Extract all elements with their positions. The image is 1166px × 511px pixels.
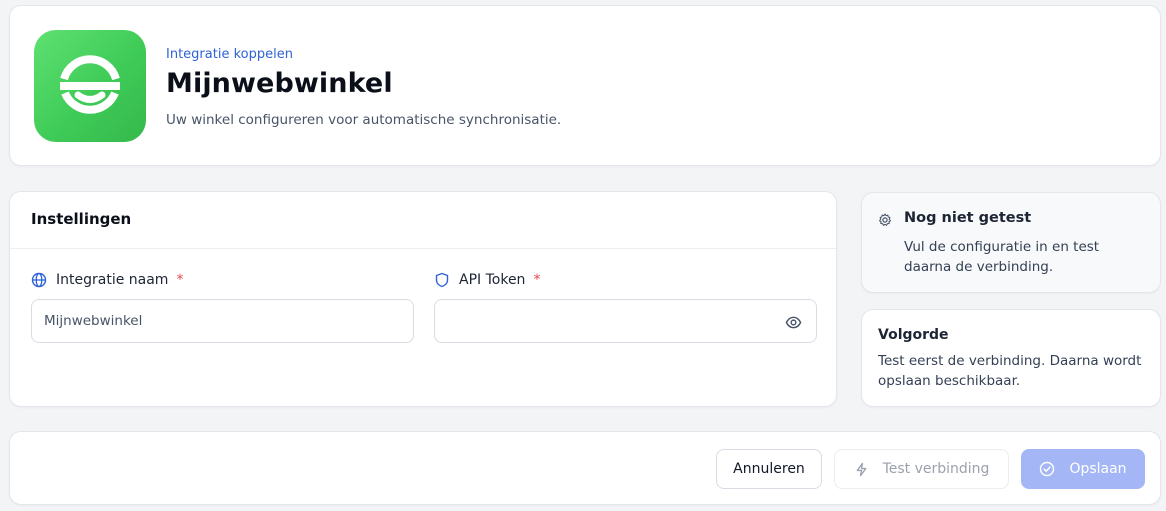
page-title: Mijnwebwinkel	[166, 68, 393, 99]
order-text: Test eerst de verbinding. Daarna wordt o…	[878, 353, 1142, 389]
test-connection-button[interactable]: Test verbinding	[834, 449, 1009, 489]
integration-name-field: Integratie naam *	[31, 270, 414, 343]
mijnwebwinkel-logo	[34, 30, 146, 142]
page-subtitle: Uw winkel configureren voor automatische…	[166, 112, 562, 128]
mijnwebwinkel-logo-icon	[60, 55, 120, 114]
header-text: Integratie koppelen Mijnwebwinkel Uw win…	[166, 46, 561, 129]
api-token-label-text: API Token	[459, 272, 526, 288]
order-title: Volgorde	[878, 327, 949, 343]
integration-name-input[interactable]	[44, 313, 401, 329]
settings-divider	[10, 248, 836, 249]
bolt-icon	[856, 462, 866, 476]
header-eyebrow: Integratie koppelen	[166, 47, 293, 62]
settings-title: Instellingen	[31, 210, 132, 228]
cancel-button-label: Annuleren	[733, 461, 805, 477]
shield-icon	[435, 272, 449, 288]
status-text: Vul de configuratie in en test daarna de…	[904, 239, 1100, 275]
api-token-label: API Token *	[434, 270, 817, 290]
cancel-button[interactable]: Annuleren	[716, 449, 822, 489]
api-token-field: API Token *	[434, 270, 817, 343]
connection-status-card: Nog niet getest Vul de configuratie in e…	[861, 192, 1161, 293]
eye-icon	[785, 316, 801, 328]
integration-name-input-box	[31, 299, 414, 343]
save-button[interactable]: Opslaan	[1021, 449, 1145, 489]
status-title: Nog niet getest	[904, 210, 1032, 226]
integration-name-label: Integratie naam *	[31, 270, 414, 290]
show-token-button[interactable]	[784, 313, 802, 331]
action-footer: Annuleren Test verbinding Opslaan	[9, 431, 1161, 505]
globe-icon	[31, 272, 47, 288]
api-token-input-box	[434, 299, 817, 343]
required-marker: *	[533, 272, 541, 288]
save-button-label: Opslaan	[1069, 461, 1127, 477]
test-connection-label: Test verbinding	[882, 461, 990, 477]
required-marker: *	[176, 272, 184, 288]
order-info-card: Volgorde Test eerst de verbinding. Daarn…	[861, 309, 1161, 407]
settings-card: Instellingen Integratie naam * API Token…	[9, 191, 837, 407]
integration-name-label-text: Integratie naam	[56, 272, 169, 288]
api-token-input[interactable]	[447, 313, 804, 329]
integration-header-card: Integratie koppelen Mijnwebwinkel Uw win…	[9, 5, 1161, 166]
check-circle-icon	[1040, 461, 1055, 477]
gear-icon	[878, 212, 892, 231]
